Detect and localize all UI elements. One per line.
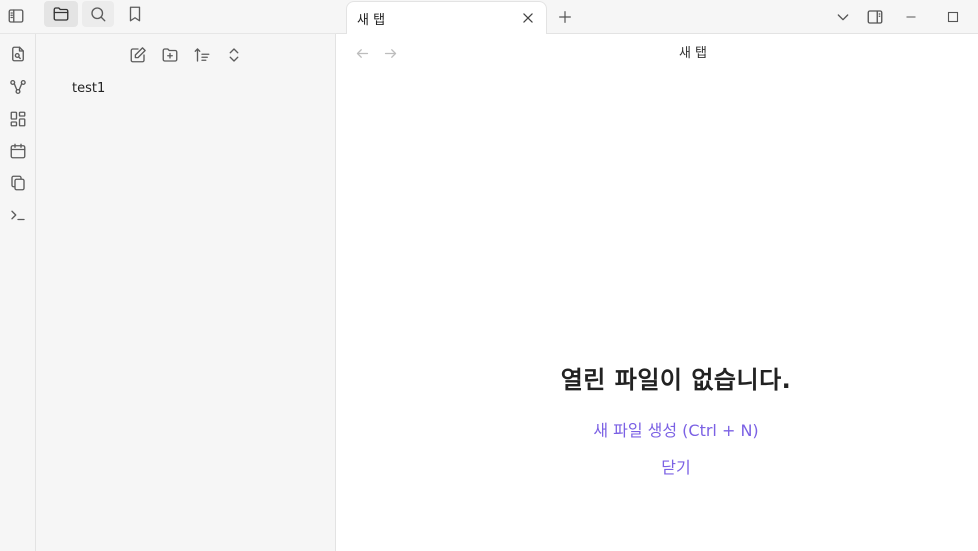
sidebar-toggle-icon <box>8 9 24 23</box>
minimize-icon <box>906 16 916 18</box>
calendar-icon <box>10 143 26 159</box>
close-tab-button[interactable] <box>518 8 538 28</box>
empty-state-title: 열린 파일이 없습니다. <box>560 366 792 394</box>
tab-file-explorer[interactable] <box>44 1 78 27</box>
search-icon <box>91 7 106 22</box>
quick-switcher-button[interactable] <box>5 41 31 67</box>
graph-view-button[interactable] <box>5 74 31 100</box>
tab-bar: 새 탭 <box>336 0 978 35</box>
tab-search[interactable] <box>82 1 114 27</box>
file-item-test1[interactable]: test1 <box>58 78 119 100</box>
file-switcher-icon <box>12 46 24 62</box>
close-link[interactable]: 닫기 <box>336 454 978 478</box>
maximize-icon <box>947 11 959 23</box>
file-explorer-panel: test1 <box>36 34 336 551</box>
collapse-all-button[interactable] <box>220 42 248 68</box>
main-view: 새 탭 열린 파일이 없습니다. 새 파일 생성 (Ctrl + N) 닫기 <box>336 34 978 551</box>
tab-bookmarks[interactable] <box>122 1 148 27</box>
left-ribbon <box>0 34 36 551</box>
collapse-expand-icon <box>229 48 239 62</box>
tab-list-button[interactable] <box>830 4 856 30</box>
new-folder-icon <box>162 48 178 62</box>
tab-title: 새 탭 <box>357 13 386 28</box>
app-window: test1 새 탭 새 탭 열린 파일이 없습니다. 새 파일 생성 (Ctrl… <box>0 0 978 551</box>
sidebar-header <box>0 0 336 34</box>
sort-button[interactable] <box>188 42 216 68</box>
new-folder-button[interactable] <box>156 42 184 68</box>
tab-new-tab[interactable]: 새 탭 <box>346 1 547 35</box>
sort-icon <box>194 48 210 62</box>
file-item-label: test1 <box>72 81 106 96</box>
right-sidebar-icon <box>867 10 883 24</box>
minimize-button[interactable] <box>898 4 924 30</box>
canvas-icon <box>10 111 26 127</box>
bookmark-icon <box>129 6 141 22</box>
new-note-icon <box>130 47 146 63</box>
command-palette-button[interactable] <box>5 202 31 228</box>
toggle-right-sidebar-button[interactable] <box>862 4 888 30</box>
graph-icon <box>10 79 26 95</box>
templates-icon <box>11 175 25 191</box>
new-tab-button[interactable] <box>552 4 578 30</box>
toggle-sidebar-button[interactable] <box>3 3 29 29</box>
daily-note-button[interactable] <box>5 138 31 164</box>
maximize-button[interactable] <box>940 4 966 30</box>
folder-icon <box>53 7 69 21</box>
new-note-button[interactable] <box>124 42 152 68</box>
plus-icon <box>559 11 571 23</box>
templates-button[interactable] <box>5 170 31 196</box>
create-new-file-link[interactable]: 새 파일 생성 (Ctrl + N) <box>336 417 978 441</box>
close-icon <box>523 13 533 23</box>
terminal-icon <box>11 210 25 221</box>
view-header-title: 새 탭 <box>678 46 708 61</box>
empty-state: 열린 파일이 없습니다. 새 파일 생성 (Ctrl + N) 닫기 <box>336 360 978 478</box>
canvas-button[interactable] <box>5 106 31 132</box>
chevron-down-icon <box>837 14 849 21</box>
